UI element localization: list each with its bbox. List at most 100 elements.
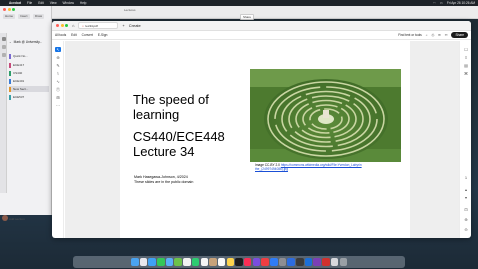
section-item[interactable]: ECE537 bbox=[9, 94, 49, 100]
section-item[interactable]: CS440 bbox=[9, 70, 49, 76]
comment-icon[interactable]: ☐ bbox=[463, 47, 469, 52]
music-icon[interactable] bbox=[243, 258, 252, 266]
facetime-icon[interactable] bbox=[191, 258, 200, 266]
notebook-icon[interactable] bbox=[1, 37, 6, 41]
menu-window[interactable]: Window bbox=[63, 1, 74, 5]
preview-icon[interactable] bbox=[330, 258, 339, 266]
document-tab[interactable]: ▪ lec34.pdf bbox=[78, 22, 119, 29]
tab-home[interactable]: Home bbox=[3, 14, 16, 19]
terminal-icon[interactable] bbox=[296, 258, 304, 266]
section-item[interactable]: Quick No... bbox=[9, 53, 49, 59]
search-icon[interactable] bbox=[1, 45, 6, 49]
page-up-icon[interactable]: ▴ bbox=[463, 187, 469, 192]
menu-help[interactable]: Help bbox=[80, 1, 87, 5]
convert-button[interactable]: Convert bbox=[82, 33, 93, 37]
find-text-field[interactable]: Find text or tools bbox=[398, 33, 422, 37]
tab-draw[interactable]: Draw bbox=[33, 14, 45, 19]
maps-icon[interactable] bbox=[174, 258, 182, 266]
print-icon[interactable]: ⎙ bbox=[432, 33, 435, 37]
slide-course-line1: CS440/ECE448 bbox=[133, 129, 225, 144]
select-cursor-icon[interactable]: ↖ bbox=[55, 47, 61, 52]
fit-page-icon[interactable]: ⊡ bbox=[463, 207, 469, 212]
notebook-title-text: Mark @ University... bbox=[13, 40, 43, 44]
search-icon[interactable]: ⌕ bbox=[426, 33, 428, 37]
zoom-icon[interactable] bbox=[12, 8, 15, 11]
acrobat-icon[interactable] bbox=[322, 258, 330, 266]
stamp-tool-icon[interactable]: ⊞ bbox=[55, 95, 61, 100]
launchpad-icon[interactable] bbox=[139, 258, 148, 266]
pen-tool-icon[interactable]: ✎ bbox=[55, 63, 61, 68]
text-tool-icon[interactable]: Ⓣ bbox=[55, 87, 61, 92]
safari-icon[interactable] bbox=[148, 258, 156, 266]
esign-button[interactable]: E-Sign bbox=[98, 33, 108, 37]
word-icon[interactable] bbox=[304, 258, 313, 266]
section-item[interactable]: New Sect... bbox=[9, 86, 49, 92]
zoom-out-icon[interactable]: ⊖ bbox=[463, 227, 469, 232]
notes-icon[interactable] bbox=[226, 258, 235, 266]
add-section-button[interactable]: Add section bbox=[9, 217, 25, 221]
news-icon[interactable] bbox=[261, 258, 269, 266]
document-canvas[interactable]: The speed of learning CS440/ECE448 Lectu… bbox=[65, 41, 459, 238]
menu-edit[interactable]: Edit bbox=[38, 1, 44, 5]
thumbnails-icon[interactable]: ▤ bbox=[463, 63, 469, 68]
zoom-app-icon[interactable] bbox=[287, 258, 295, 266]
notebook-title[interactable]: ⌄ Mark @ University... bbox=[9, 39, 57, 45]
app-store-icon[interactable] bbox=[270, 258, 278, 266]
contacts-icon[interactable] bbox=[209, 258, 217, 266]
create-button[interactable]: Create bbox=[129, 23, 141, 28]
tab-insert[interactable]: Insert bbox=[18, 14, 30, 19]
mail-icon[interactable] bbox=[165, 258, 174, 266]
close-icon[interactable] bbox=[3, 8, 6, 11]
wifi-icon[interactable]: ◠ bbox=[433, 1, 436, 5]
slide-author: Mark Hasegawa-Johnson, 4/2024 These slid… bbox=[134, 175, 193, 185]
menu-view[interactable]: View bbox=[50, 1, 57, 5]
recent-icon[interactable] bbox=[1, 53, 6, 57]
mail-icon[interactable]: ✉ bbox=[438, 33, 441, 37]
section-item[interactable]: ECE417 bbox=[9, 62, 49, 68]
podcasts-icon[interactable] bbox=[252, 258, 261, 266]
section-color-swatch bbox=[9, 94, 11, 100]
highlight-tool-icon[interactable]: ⌇ bbox=[55, 71, 61, 76]
new-tab-button[interactable]: + bbox=[122, 23, 124, 28]
edit-button[interactable]: Edit bbox=[71, 33, 77, 37]
back-window: Home Insert Draw ⌄ Mark @ University... … bbox=[0, 6, 52, 221]
reminders-icon[interactable] bbox=[217, 258, 226, 266]
link-icon[interactable]: ⚯ bbox=[445, 33, 448, 37]
draw-tool-icon[interactable]: ∿ bbox=[55, 79, 61, 84]
menu-app-name[interactable]: Acrobat bbox=[9, 1, 21, 5]
back-share-button[interactable]: Share bbox=[240, 14, 255, 20]
section-label: ECE417 bbox=[13, 63, 25, 67]
close-icon[interactable] bbox=[56, 24, 59, 27]
slide-title: The speed of learning bbox=[133, 92, 209, 122]
acrobat-tabbar: ⌂ ▪ lec34.pdf + Create bbox=[52, 21, 471, 31]
clock[interactable]: Fri Apr 26 10:26 AM bbox=[447, 1, 475, 5]
back-window-titlebar[interactable]: Lectures Share bbox=[52, 6, 478, 20]
tv-icon[interactable] bbox=[235, 258, 243, 266]
bookmark-icon[interactable]: ⌑ bbox=[463, 55, 469, 60]
battery-icon[interactable]: ▭ bbox=[440, 1, 443, 5]
calendar-icon[interactable] bbox=[200, 258, 208, 266]
menu-file[interactable]: File bbox=[27, 1, 32, 5]
trash-icon[interactable] bbox=[339, 258, 347, 266]
onenote-icon[interactable] bbox=[313, 258, 321, 266]
slide-title-line2: learning bbox=[133, 107, 180, 122]
share-button[interactable]: Share bbox=[451, 32, 468, 38]
more-tools-icon[interactable]: ⋯ bbox=[55, 103, 61, 108]
home-icon[interactable]: ⌂ bbox=[72, 23, 74, 28]
zoom-tool-icon[interactable]: ⊕ bbox=[55, 55, 61, 60]
minimize-icon[interactable] bbox=[7, 8, 11, 11]
all-tools-button[interactable]: All tools bbox=[55, 33, 66, 37]
avatar[interactable] bbox=[2, 215, 8, 221]
zoom-icon[interactable] bbox=[65, 24, 68, 27]
attachment-icon[interactable]: ⌘ bbox=[463, 71, 469, 76]
settings-icon[interactable] bbox=[278, 258, 287, 266]
finder-icon[interactable] bbox=[131, 258, 139, 266]
section-item[interactable]: ECE401 bbox=[9, 78, 49, 84]
zoom-in-icon[interactable]: ⊕ bbox=[463, 217, 469, 222]
photos-icon[interactable] bbox=[183, 258, 191, 266]
document-tab-label: lec34.pdf bbox=[85, 23, 98, 28]
minimize-icon[interactable] bbox=[60, 24, 64, 27]
page-down-icon[interactable]: ▾ bbox=[463, 195, 469, 200]
messages-icon[interactable] bbox=[157, 258, 165, 266]
page-number-indicator[interactable]: 1 bbox=[463, 175, 469, 180]
